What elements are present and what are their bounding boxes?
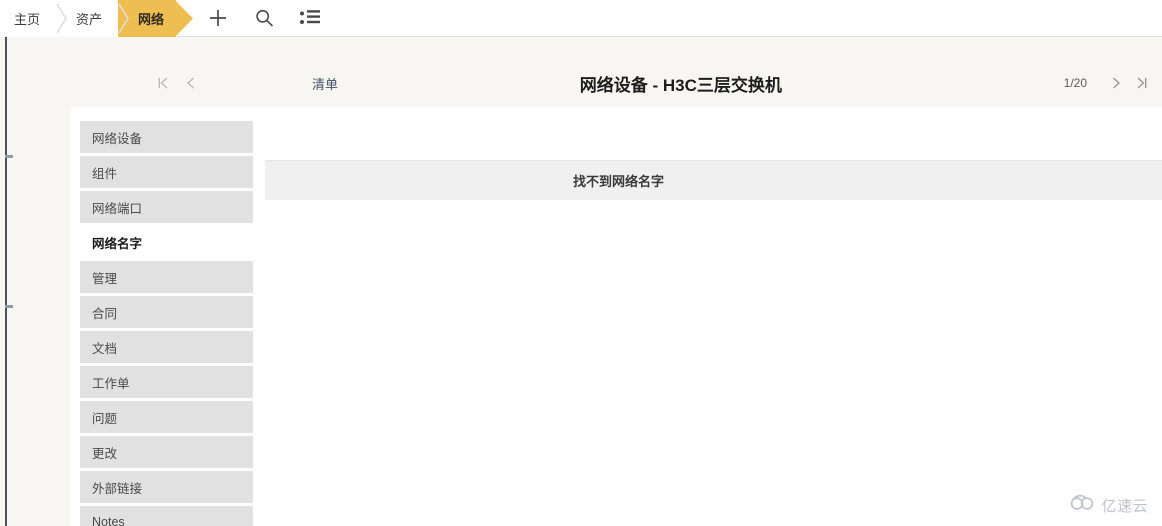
search-icon[interactable] — [252, 6, 276, 30]
sidebar-item-label: 合同 — [92, 306, 118, 321]
sidebar-item-contracts[interactable]: 合同 — [80, 296, 253, 328]
sidebar-item-label: 外部链接 — [92, 481, 143, 496]
record-header: 清单 网络设备 - H3C三层交换机 1/20 — [150, 63, 1155, 103]
sidebar-item-changes[interactable]: 更改 — [80, 436, 253, 468]
sidebar-item-label: 文档 — [92, 341, 118, 356]
sidebar-item-label: Notes — [92, 515, 125, 526]
sidebar-item-label: 管理 — [92, 271, 118, 286]
breadcrumb-assets[interactable]: 资产 — [56, 0, 129, 37]
sidebar-item-label: 工作单 — [92, 376, 130, 391]
record-card: 网络设备 组件 网络端口 网络名字 管理 合同 文档 工作单 问题 更改 外部链… — [70, 107, 1162, 526]
sidebar-item-notes[interactable]: Notes — [80, 506, 253, 526]
list-view-icon[interactable] — [298, 6, 322, 30]
page-body: 清单 网络设备 - H3C三层交换机 1/20 网络设备 组件 网络端口 网络名… — [0, 37, 1162, 526]
sidebar-item-network-names[interactable]: 网络名字 — [80, 226, 253, 258]
sidebar-item-label: 网络端口 — [92, 201, 143, 216]
sidebar-item-network-device[interactable]: 网络设备 — [80, 121, 253, 153]
content-region: 找不到网络名字 — [265, 107, 1162, 526]
sidebar-item-work-orders[interactable]: 工作单 — [80, 366, 253, 398]
breadcrumb-arrow-icon — [175, 0, 194, 37]
next-page-icon[interactable] — [1103, 70, 1129, 96]
plus-icon[interactable] — [206, 6, 230, 30]
breadcrumb-home[interactable]: 主页 — [0, 0, 67, 37]
breadcrumb-assets-label: 资产 — [76, 11, 103, 27]
sidebar-item-problems[interactable]: 问题 — [80, 401, 253, 433]
sidebar-item-label: 网络设备 — [92, 131, 143, 146]
pager-indicator: 1/20 — [1063, 76, 1087, 90]
rail-marker — [5, 155, 13, 158]
sidebar-item-label: 更改 — [92, 446, 118, 461]
left-edge-rail — [5, 37, 13, 526]
prev-page-icon[interactable] — [178, 70, 204, 96]
breadcrumb: 主页 资产 网络 — [0, 0, 194, 37]
sidebar-item-management[interactable]: 管理 — [80, 261, 253, 293]
top-toolbar: 主页 资产 网络 — [0, 0, 1162, 37]
last-page-icon[interactable] — [1129, 70, 1155, 96]
rail-marker — [5, 305, 13, 308]
app-window: 主页 资产 网络 清单 网络设备 - H3C三层交换机 1/20 网络设备 组件… — [0, 0, 1162, 526]
sidebar-item-label: 问题 — [92, 411, 118, 426]
sidebar-item-network-ports[interactable]: 网络端口 — [80, 191, 253, 223]
toolbar-actions — [206, 6, 322, 30]
breadcrumb-network[interactable]: 网络 — [118, 0, 194, 37]
sidebar-item-label: 组件 — [92, 166, 118, 181]
breadcrumb-home-label: 主页 — [14, 11, 41, 27]
breadcrumb-network-label: 网络 — [138, 11, 165, 27]
page-title: 网络设备 - H3C三层交换机 — [579, 75, 782, 95]
empty-state-banner: 找不到网络名字 — [265, 160, 1162, 200]
empty-state-message: 找不到网络名字 — [572, 174, 664, 189]
section-sidebar: 网络设备 组件 网络端口 网络名字 管理 合同 文档 工作单 问题 更改 外部链… — [80, 121, 253, 526]
sidebar-item-label: 网络名字 — [92, 236, 143, 251]
first-page-icon[interactable] — [150, 70, 176, 96]
sidebar-item-external-links[interactable]: 外部链接 — [80, 471, 253, 503]
sidebar-item-components[interactable]: 组件 — [80, 156, 253, 188]
sidebar-item-documents[interactable]: 文档 — [80, 331, 253, 363]
